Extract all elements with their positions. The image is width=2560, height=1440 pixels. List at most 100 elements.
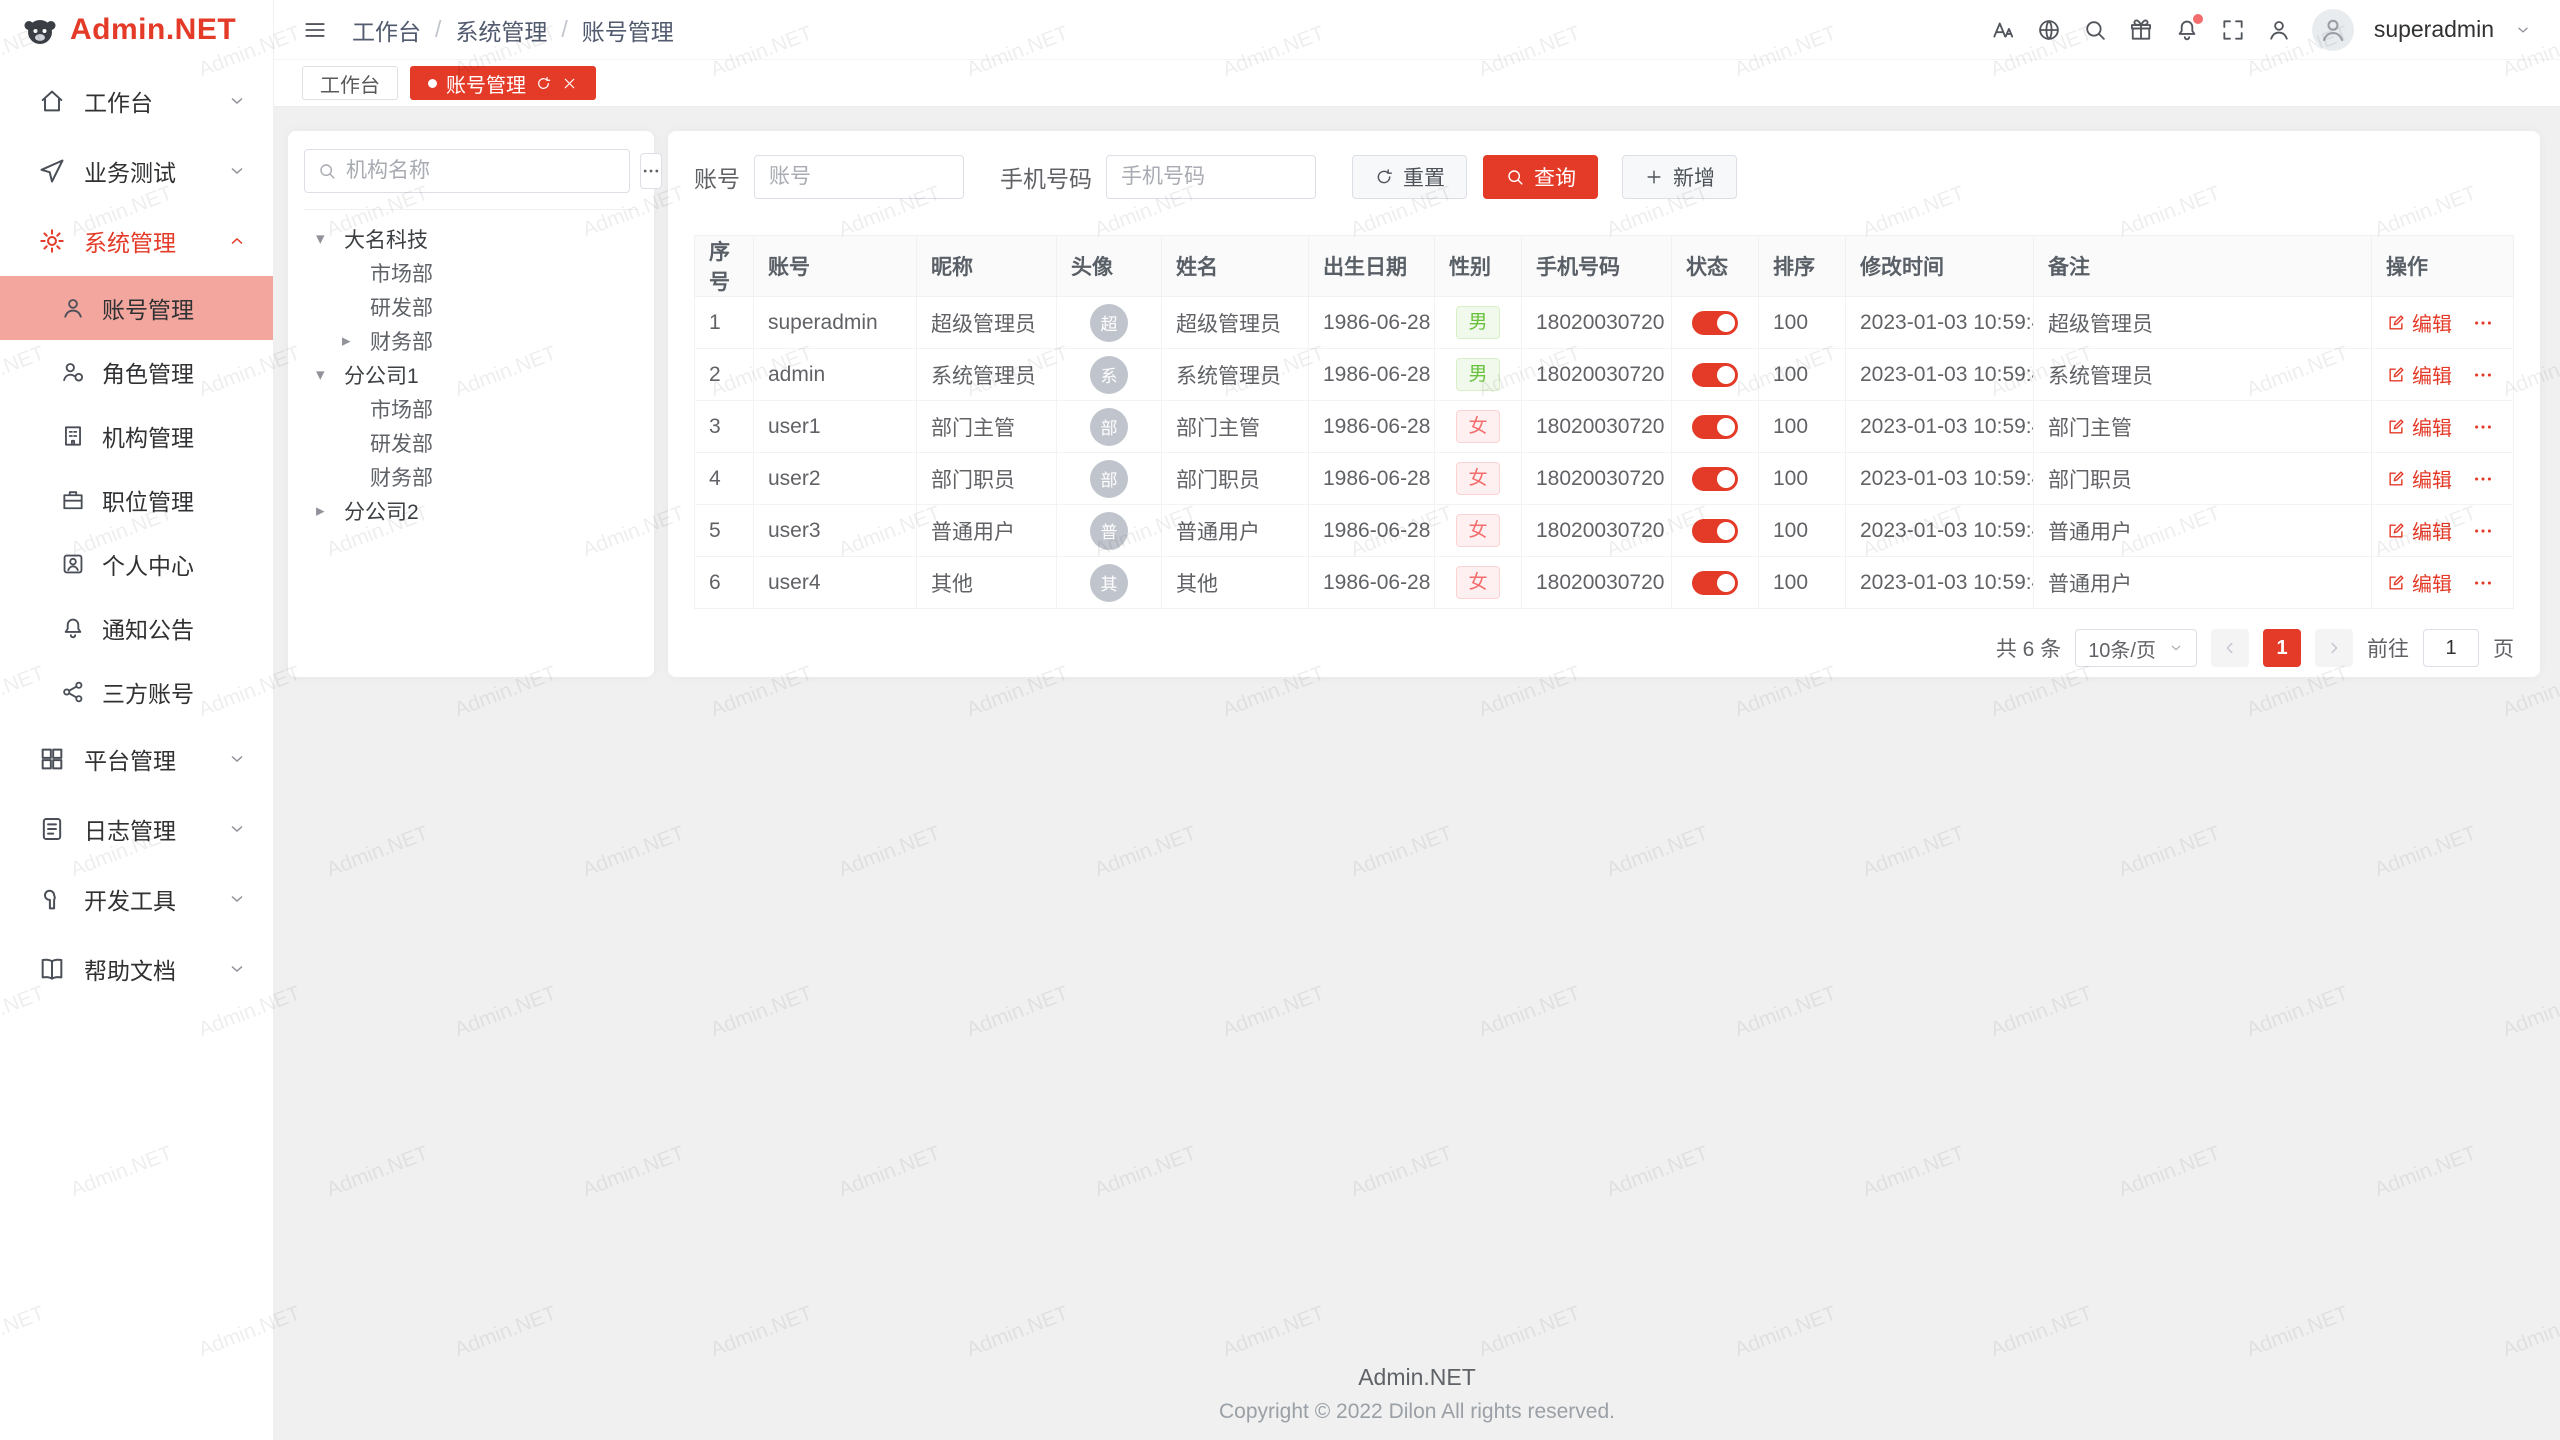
sidebar-item-role-mgmt[interactable]: 角色管理 [0, 340, 273, 404]
fullscreen-icon[interactable] [2220, 17, 2246, 43]
page-1-button[interactable]: 1 [2263, 629, 2301, 667]
row-more-button[interactable] [2472, 572, 2494, 594]
avatar[interactable] [2312, 9, 2354, 51]
row-more-button[interactable] [2472, 468, 2494, 490]
sidebar-item-log-mgmt[interactable]: 日志管理 [0, 794, 273, 864]
caret-icon[interactable]: ▸ [316, 501, 344, 521]
caret-icon[interactable]: ▾ [316, 229, 344, 249]
tree-node[interactable]: 市场部 [304, 392, 638, 426]
tree-node[interactable]: 财务部 [304, 460, 638, 494]
menu-label: 帮助文档 [84, 952, 227, 986]
breadcrumb-item[interactable]: 工作台 [352, 13, 421, 47]
org-search-input[interactable] [346, 159, 617, 183]
prev-page-button[interactable] [2211, 629, 2249, 667]
chevron-up-icon [227, 231, 247, 251]
gender-badge: 男 [1456, 306, 1499, 340]
search-icon[interactable] [2082, 17, 2108, 43]
goto-page-input[interactable] [2423, 629, 2479, 667]
sidebar-item-notice[interactable]: 通知公告 [0, 596, 273, 660]
page-size-select[interactable]: 10条/页 [2075, 629, 2197, 667]
cell-order: 100 [1759, 557, 1846, 609]
tree-node[interactable]: 研发部 [304, 426, 638, 460]
edit-button[interactable]: 编辑 [2386, 568, 2452, 597]
theme-icon[interactable] [2128, 17, 2154, 43]
sidebar-item-system-mgmt[interactable]: 系统管理 [0, 206, 273, 276]
row-more-button[interactable] [2472, 520, 2494, 542]
sidebar-item-help-docs[interactable]: 帮助文档 [0, 934, 273, 1004]
add-button[interactable]: 新增 [1622, 155, 1737, 199]
notification-badge [2193, 14, 2203, 24]
close-icon[interactable] [561, 75, 578, 92]
column-header[interactable]: 头像 [1057, 236, 1162, 297]
column-header[interactable]: 手机号码 [1522, 236, 1672, 297]
cell-phone: 18020030720 [1522, 557, 1672, 609]
status-toggle[interactable] [1692, 415, 1738, 439]
tree-node[interactable]: 研发部 [304, 290, 638, 324]
column-header[interactable]: 出生日期 [1309, 236, 1435, 297]
status-toggle[interactable] [1692, 311, 1738, 335]
edit-button[interactable]: 编辑 [2386, 360, 2452, 389]
username[interactable]: superadmin [2374, 16, 2494, 43]
edit-button[interactable]: 编辑 [2386, 516, 2452, 545]
cell-remark: 部门职员 [2034, 453, 2372, 505]
language-icon[interactable] [2036, 17, 2062, 43]
breadcrumb-item[interactable]: 系统管理 [455, 13, 547, 47]
tree-more-button[interactable] [640, 153, 662, 189]
sidebar-item-org-mgmt[interactable]: 机构管理 [0, 404, 273, 468]
refresh-icon[interactable] [535, 75, 552, 92]
column-header[interactable]: 性别 [1435, 236, 1522, 297]
column-header[interactable]: 排序 [1759, 236, 1846, 297]
column-header[interactable]: 姓名 [1162, 236, 1309, 297]
row-more-button[interactable] [2472, 312, 2494, 334]
user-icon[interactable] [2266, 17, 2292, 43]
hamburger-icon[interactable] [302, 17, 328, 43]
status-toggle[interactable] [1692, 363, 1738, 387]
column-header[interactable]: 备注 [2034, 236, 2372, 297]
edit-button[interactable]: 编辑 [2386, 412, 2452, 441]
status-toggle[interactable] [1692, 467, 1738, 491]
tree-node[interactable]: 市场部 [304, 256, 638, 290]
status-toggle[interactable] [1692, 571, 1738, 595]
column-header[interactable]: 修改时间 [1846, 236, 2034, 297]
column-header[interactable]: 昵称 [917, 236, 1057, 297]
edit-button[interactable]: 编辑 [2386, 464, 2452, 493]
search-button[interactable]: 查询 [1483, 155, 1598, 199]
column-header[interactable]: 账号 [754, 236, 917, 297]
notification-icon[interactable] [2174, 17, 2200, 43]
font-size-icon[interactable] [1990, 17, 2016, 43]
row-more-button[interactable] [2472, 364, 2494, 386]
reset-button[interactable]: 重置 [1352, 155, 1467, 199]
sidebar-item-position-mgmt[interactable]: 职位管理 [0, 468, 273, 532]
column-header[interactable]: 操作 [2372, 236, 2514, 297]
cell-modified-time: 2023-01-03 10:59:44 [1846, 401, 2034, 453]
sidebar-item-personal-center[interactable]: 个人中心 [0, 532, 273, 596]
sidebar-item-account-mgmt[interactable]: 账号管理 [0, 276, 273, 340]
edit-button[interactable]: 编辑 [2386, 308, 2452, 337]
logo[interactable]: Admin.NET [0, 0, 273, 60]
sidebar-item-dev-tools[interactable]: 开发工具 [0, 864, 273, 934]
phone-input[interactable] [1106, 155, 1316, 199]
sidebar-item-workbench[interactable]: 工作台 [0, 66, 273, 136]
tab-account-mgmt[interactable]: 账号管理 [410, 66, 596, 100]
tree-node[interactable]: ▸分公司2 [304, 494, 638, 528]
breadcrumb-item[interactable]: 账号管理 [582, 13, 674, 47]
caret-icon[interactable]: ▸ [342, 331, 370, 351]
caret-icon[interactable]: ▾ [316, 365, 344, 385]
sidebar-item-third-party-account[interactable]: 三方账号 [0, 660, 273, 724]
next-page-button[interactable] [2315, 629, 2353, 667]
column-header[interactable]: 序号 [695, 236, 754, 297]
tree-node[interactable]: ▾大名科技 [304, 222, 638, 256]
cell-phone: 18020030720 [1522, 297, 1672, 349]
row-more-button[interactable] [2472, 416, 2494, 438]
tree-node[interactable]: ▸财务部 [304, 324, 638, 358]
row-avatar: 系 [1090, 356, 1128, 394]
account-input[interactable] [754, 155, 964, 199]
column-header[interactable]: 状态 [1672, 236, 1759, 297]
tab-workbench[interactable]: 工作台 [302, 66, 398, 100]
tree-node[interactable]: ▾分公司1 [304, 358, 638, 392]
cell-index: 4 [695, 453, 754, 505]
status-toggle[interactable] [1692, 519, 1738, 543]
sidebar-item-platform-mgmt[interactable]: 平台管理 [0, 724, 273, 794]
sidebar-item-business-test[interactable]: 业务测试 [0, 136, 273, 206]
breadcrumb: 工作台/系统管理/账号管理 [352, 13, 674, 47]
